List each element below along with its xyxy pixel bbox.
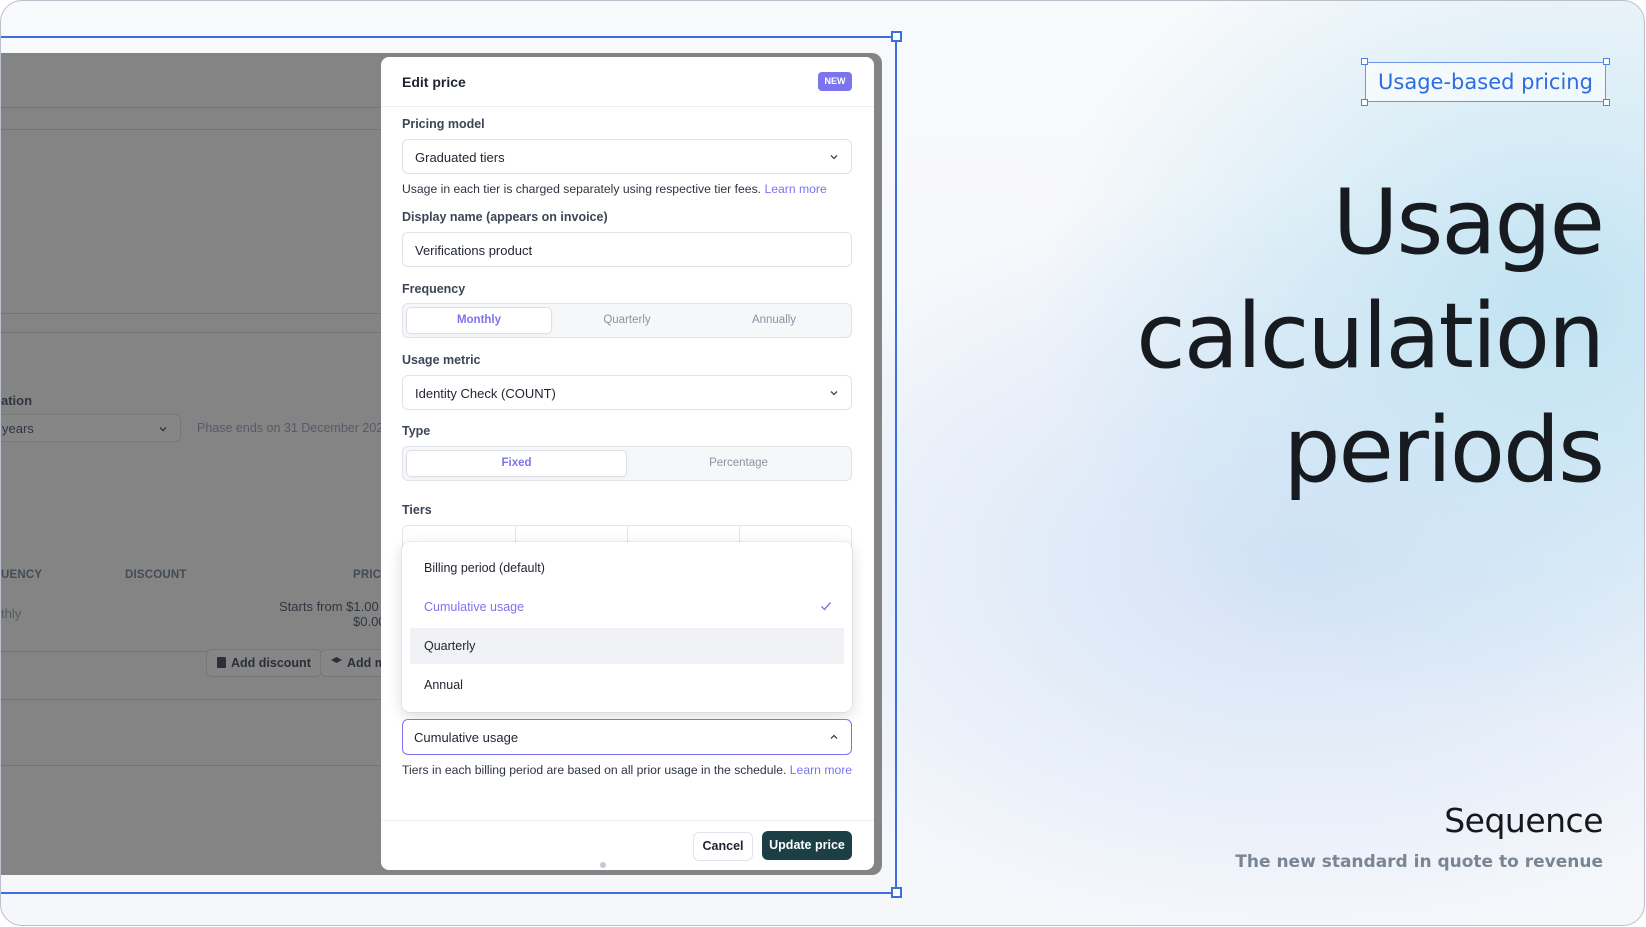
brand-logo-text: Sequence [1444, 801, 1603, 840]
tag-handle [1361, 99, 1368, 106]
headline-line: Usage [1332, 170, 1605, 275]
brand-tagline: The new standard in quote to revenue [1235, 852, 1603, 872]
slide-canvas: ation years Phase ends on 31 December 20… [0, 0, 1645, 926]
resize-handle[interactable] [891, 31, 902, 42]
tag-handle [1603, 99, 1610, 106]
topic-tag-text: Usage-based pricing [1378, 70, 1593, 94]
selection-frame [1, 36, 897, 894]
tag-handle [1603, 58, 1610, 65]
headline-line: calculation [1136, 284, 1605, 389]
topic-tag: Usage-based pricing [1361, 58, 1610, 106]
tag-handle [1361, 58, 1368, 65]
resize-handle[interactable] [891, 887, 902, 898]
hero-headline: Usage calculation periods [1136, 166, 1605, 508]
headline-line: periods [1283, 398, 1605, 503]
